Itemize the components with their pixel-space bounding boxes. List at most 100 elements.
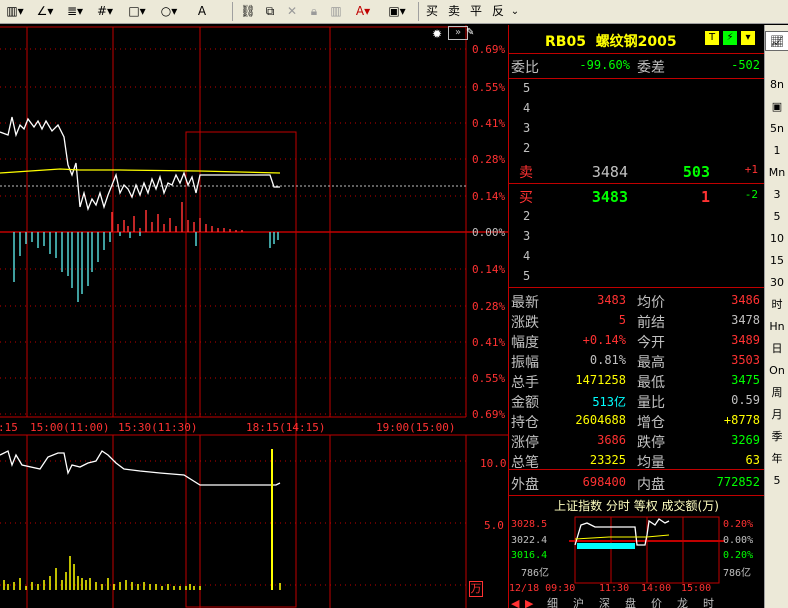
buy-level: 5 [523, 269, 531, 283]
dropdown-icon[interactable]: ▾ [741, 31, 755, 45]
stat-label: 最高 [637, 355, 665, 371]
save-icon[interactable]: ▣▾ [384, 3, 410, 20]
buy-button[interactable]: 买 [424, 3, 440, 20]
volume-axis-label: 10.0 [480, 457, 507, 470]
toolbar-button-ellipse[interactable]: ○▾ [156, 3, 182, 20]
sell1-row[interactable]: 卖 3484 503 +1 [509, 161, 764, 181]
weicha-label: 委差 [637, 60, 665, 76]
stat-label: 总手 [511, 375, 539, 391]
contract-title: RB05 螺纹钢2005 [545, 34, 677, 50]
y-axis-label: 0.69% [472, 408, 505, 421]
toolbar-button-hlines[interactable]: ≣▾ [62, 3, 88, 20]
sidebar-period-item[interactable]: 8n [765, 75, 788, 95]
lightning-icon[interactable]: ⚡ [723, 31, 737, 45]
trash-icon[interactable]: ▥ [328, 3, 344, 20]
buy1-row[interactable]: 买 3483 1 -2 [509, 186, 764, 206]
buy1-label: 买 [519, 190, 533, 206]
sidebar-period-item[interactable]: On [765, 361, 788, 381]
sidebar-period-item[interactable]: 日 [765, 339, 788, 359]
stat-value: 3269 [731, 433, 760, 447]
sidebar-period-item[interactable]: Hn [765, 317, 788, 337]
mini-volume-block [577, 543, 635, 549]
sidebar-period-item[interactable]: 10 [765, 229, 788, 249]
buy-level: 4 [523, 249, 531, 263]
stat-row: 持仓 2604688 增仓 +8778 [509, 411, 764, 431]
bottom-tab[interactable]: 龙 [677, 598, 688, 608]
sidebar-period-item[interactable]: 季 [765, 427, 788, 447]
stat-label: 最低 [637, 375, 665, 391]
stat-label: 前结 [637, 315, 665, 331]
y-axis-label: 0.55% [472, 372, 505, 385]
toolbar-button-period[interactable]: ▥▾ [2, 3, 28, 20]
mini-left-label: 3016.4 [511, 550, 548, 561]
expand-icon[interactable]: » [448, 26, 468, 40]
outer-value: 698400 [582, 475, 626, 489]
intraday-chart[interactable]: 0.69% 0.55% 0.41% 0.28% 0.14% 0.00% 0.14% 0.28%… [0, 25, 508, 608]
stat-row: 涨停 3686 跌停 3269 [509, 431, 764, 451]
stat-value: 0.59 [731, 393, 760, 407]
sidebar-period-item[interactable]: 5 [765, 471, 788, 491]
stat-value: +0.14% [582, 333, 626, 347]
toolbar-button-text[interactable]: A [186, 3, 218, 20]
sidebar-period-item[interactable]: 📈︎ [765, 31, 788, 51]
sidebar-period-item[interactable]: Mn [765, 163, 788, 183]
pin-icon[interactable]: ✎ [466, 27, 474, 38]
lock-icon[interactable]: 🔒︎ [306, 3, 322, 20]
buy-level: 2 [523, 209, 531, 223]
sidebar-period-item[interactable]: 30 [765, 273, 788, 293]
divider [509, 469, 764, 470]
sell-level: 4 [523, 101, 531, 115]
y-axis-label: 0.28% [472, 300, 505, 313]
t-icon[interactable]: T [705, 31, 719, 45]
scroll-right-icon[interactable]: ▶ [525, 598, 533, 608]
toolbar-separator [418, 2, 419, 21]
toolbar-button-rectangle[interactable]: □▾ [124, 3, 150, 20]
mini-avg-line [574, 534, 670, 540]
sidebar-period-item[interactable]: ▣ [765, 97, 788, 117]
mini-chart-title: 上证指数 分时 等权 成交额(万) [554, 499, 719, 513]
delete-icon[interactable]: ✕ [284, 3, 300, 20]
stat-value: 2604688 [575, 413, 626, 427]
y-axis-label: 0.00% [472, 226, 505, 239]
bottom-tab[interactable]: 细 [547, 598, 558, 608]
stat-label: 均价 [637, 295, 665, 311]
toolbar-button-line[interactable]: ∠▾ [32, 3, 58, 20]
sidebar-period-item[interactable]: 15 [765, 251, 788, 271]
sidebar-period-item[interactable]: 5 [765, 207, 788, 227]
weibi-value: -99.60% [579, 58, 630, 72]
bottom-tab[interactable]: 盘 [625, 598, 636, 608]
volume-unit-label: 万 [469, 581, 483, 597]
stat-row: 涨跌 5 前结 3478 [509, 311, 764, 331]
scroll-left-icon[interactable]: ◀ [511, 598, 519, 608]
more-icon[interactable]: ⌄ [510, 3, 520, 20]
inner-label: 内盘 [637, 477, 665, 493]
bottom-tab[interactable]: 深 [599, 598, 610, 608]
sidebar-period-item[interactable]: 3 [765, 185, 788, 205]
sidebar-period-item[interactable]: 5n [765, 119, 788, 139]
sidebar-period-item[interactable]: 时 [765, 295, 788, 315]
sell1-change: +1 [744, 163, 758, 176]
bottom-tab[interactable]: 时 [703, 598, 714, 608]
sidebar-period-item[interactable]: 月 [765, 405, 788, 425]
color-icon[interactable]: A▾ [350, 3, 376, 20]
stat-value: 3486 [731, 293, 760, 307]
bottom-tab[interactable]: 沪 [573, 598, 584, 608]
buy1-volume: 1 [700, 188, 710, 206]
sell-button[interactable]: 卖 [446, 3, 462, 20]
link-icon[interactable]: ⛓ [240, 3, 256, 20]
mini-x-label: 12/18 09:30 [509, 583, 576, 594]
settings-icon[interactable]: ✹ [432, 27, 442, 41]
toolbar-button-grid[interactable]: #▾ [92, 3, 118, 20]
close-position-button[interactable]: 平 [468, 3, 484, 20]
selection-rectangle [185, 131, 297, 608]
mini-x-label: 15:00 [681, 583, 712, 594]
reverse-button[interactable]: 反 [490, 3, 506, 20]
sidebar-period-item[interactable]: 1 [765, 141, 788, 161]
sidebar-period-item[interactable]: 周 [765, 383, 788, 403]
sell-level: 2 [523, 141, 531, 155]
sidebar-period-item[interactable]: 年 [765, 449, 788, 469]
open-interest-line [0, 450, 281, 486]
copy-icon[interactable]: ⧉ [262, 3, 278, 20]
sidebar-period-item[interactable] [765, 53, 788, 73]
bottom-tab[interactable]: 价 [651, 598, 662, 608]
